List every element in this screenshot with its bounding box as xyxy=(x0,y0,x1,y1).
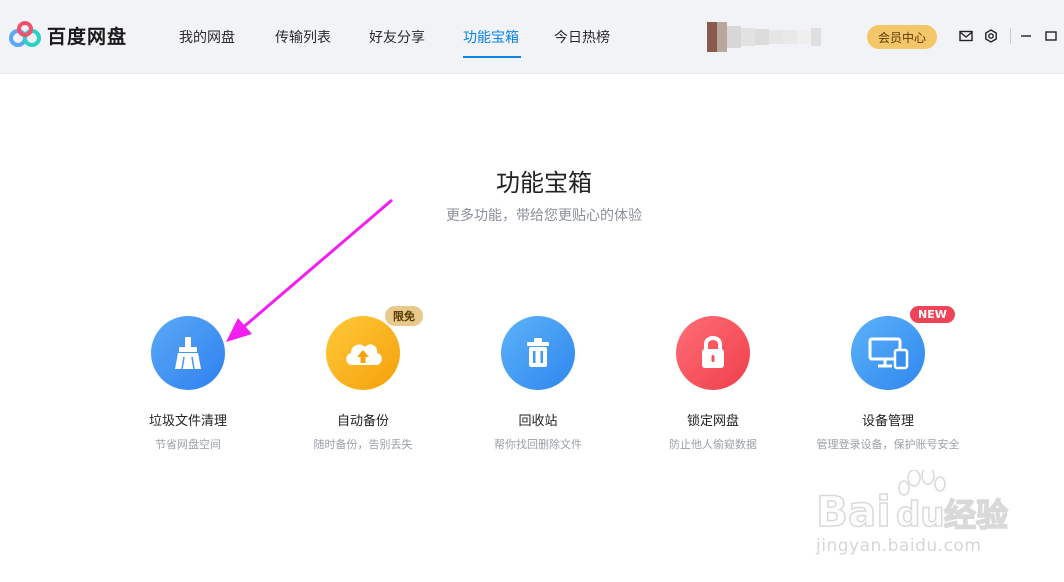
broom-icon xyxy=(151,316,225,390)
baidu-netdisk-logo-icon xyxy=(9,21,41,47)
page-subtitle: 更多功能，带给您更贴心的体验 xyxy=(446,208,642,224)
tool-label: 锁定网盘 xyxy=(686,414,739,429)
app-logo-text: 百度网盘 xyxy=(47,25,128,48)
tool-desc: 管理登录设备，保护账号安全 xyxy=(816,438,960,451)
tool-recycle-bin[interactable]: 回收站 帮你找回删除文件 xyxy=(448,316,628,452)
tool-label: 设备管理 xyxy=(861,414,914,429)
trash-icon xyxy=(501,316,575,390)
limited-free-badge: 限免 xyxy=(385,306,423,326)
app-logo[interactable]: 百度网盘 xyxy=(8,20,127,50)
cloud-upload-icon xyxy=(326,316,400,390)
tool-label: 垃圾文件清理 xyxy=(148,414,227,429)
vip-center-button[interactable]: 会员中心 xyxy=(867,25,937,49)
top-bar: 百度网盘 我的网盘 传输列表 好友分享 功能宝箱 今日热榜 会员中心 xyxy=(0,0,1064,74)
svg-text:经验: 经验 xyxy=(944,496,1008,534)
tool-desc: 节省网盘空间 xyxy=(155,438,221,451)
mail-icon[interactable] xyxy=(958,28,974,44)
tab-transfer-list[interactable]: 传输列表 xyxy=(275,27,331,47)
tab-toolbox[interactable]: 功能宝箱 xyxy=(463,27,519,47)
tool-desc: 防止他人偷窥数据 xyxy=(669,438,757,451)
tool-label: 回收站 xyxy=(518,414,558,429)
toolbar-divider xyxy=(1010,28,1011,44)
svg-text:Bai: Bai xyxy=(816,487,891,536)
maximize-icon[interactable] xyxy=(1043,28,1059,44)
user-avatar-blurred[interactable] xyxy=(707,20,832,54)
tool-label: 自动备份 xyxy=(336,414,389,429)
devices-icon xyxy=(851,316,925,390)
tab-today-hot[interactable]: 今日热榜 xyxy=(554,27,610,47)
tab-my-disk[interactable]: 我的网盘 xyxy=(179,27,235,47)
active-tab-indicator xyxy=(463,56,521,58)
tool-desc: 随时备份，告别丢失 xyxy=(313,438,413,451)
settings-icon[interactable] xyxy=(983,28,999,44)
page-title: 功能宝箱 xyxy=(496,169,592,197)
tool-device-management[interactable]: NEW 设备管理 管理登录设备，保护账号安全 xyxy=(798,306,978,452)
new-badge: NEW xyxy=(910,306,955,323)
tab-friend-share[interactable]: 好友分享 xyxy=(369,27,425,47)
svg-text:du: du xyxy=(896,495,945,535)
watermark-url: jingyan.baidu.com xyxy=(816,536,982,556)
tool-lock-disk[interactable]: 锁定网盘 防止他人偷窥数据 xyxy=(623,316,803,452)
tool-desc: 帮你找回删除文件 xyxy=(494,438,582,451)
tool-auto-backup[interactable]: 限免 自动备份 随时备份，告别丢失 xyxy=(273,306,453,452)
minimize-icon[interactable] xyxy=(1018,28,1034,44)
tool-junk-cleanup[interactable]: 垃圾文件清理 节省网盘空间 xyxy=(98,316,278,452)
lock-icon xyxy=(676,316,750,390)
